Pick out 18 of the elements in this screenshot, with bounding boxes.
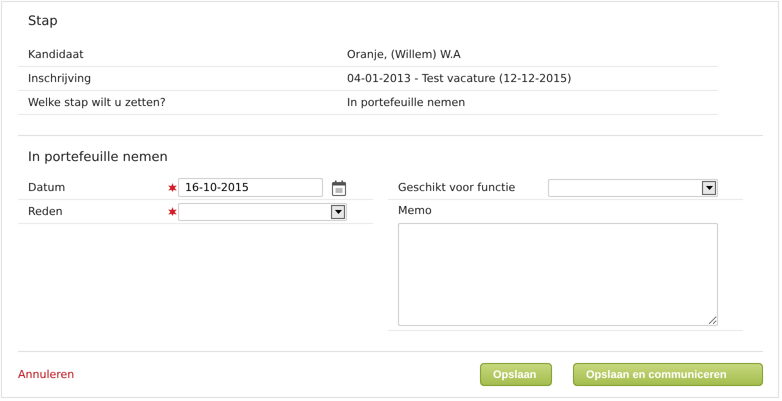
memo-field[interactable] <box>398 223 718 326</box>
field-label: Welke stap wilt u zetten? <box>28 96 167 109</box>
date-field[interactable]: 16-10-2015 <box>178 178 323 197</box>
dropdown-field[interactable] <box>178 202 347 220</box>
field-label: Datum <box>28 181 66 194</box>
field-label: Inschrijving <box>28 72 92 85</box>
field-label: Geschikt voor functie <box>398 181 516 194</box>
field-label: Memo <box>398 204 433 217</box>
dropdown-field[interactable] <box>548 178 718 196</box>
field-value: In portefeuille nemen <box>347 96 466 109</box>
cancel-link[interactable]: Annuleren <box>18 368 74 381</box>
section-title: Stap <box>27 13 59 31</box>
field-label: Kandidaat <box>28 48 85 61</box>
field-value: 04-01-2013 - Test vacature (12-12-2015) <box>347 72 572 85</box>
calendar-icon[interactable] <box>332 180 346 196</box>
field-label: Reden <box>28 205 64 218</box>
field-value: Oranje, (Willem) W.A <box>347 48 461 61</box>
section-title: In portefeuille nemen <box>27 149 169 167</box>
